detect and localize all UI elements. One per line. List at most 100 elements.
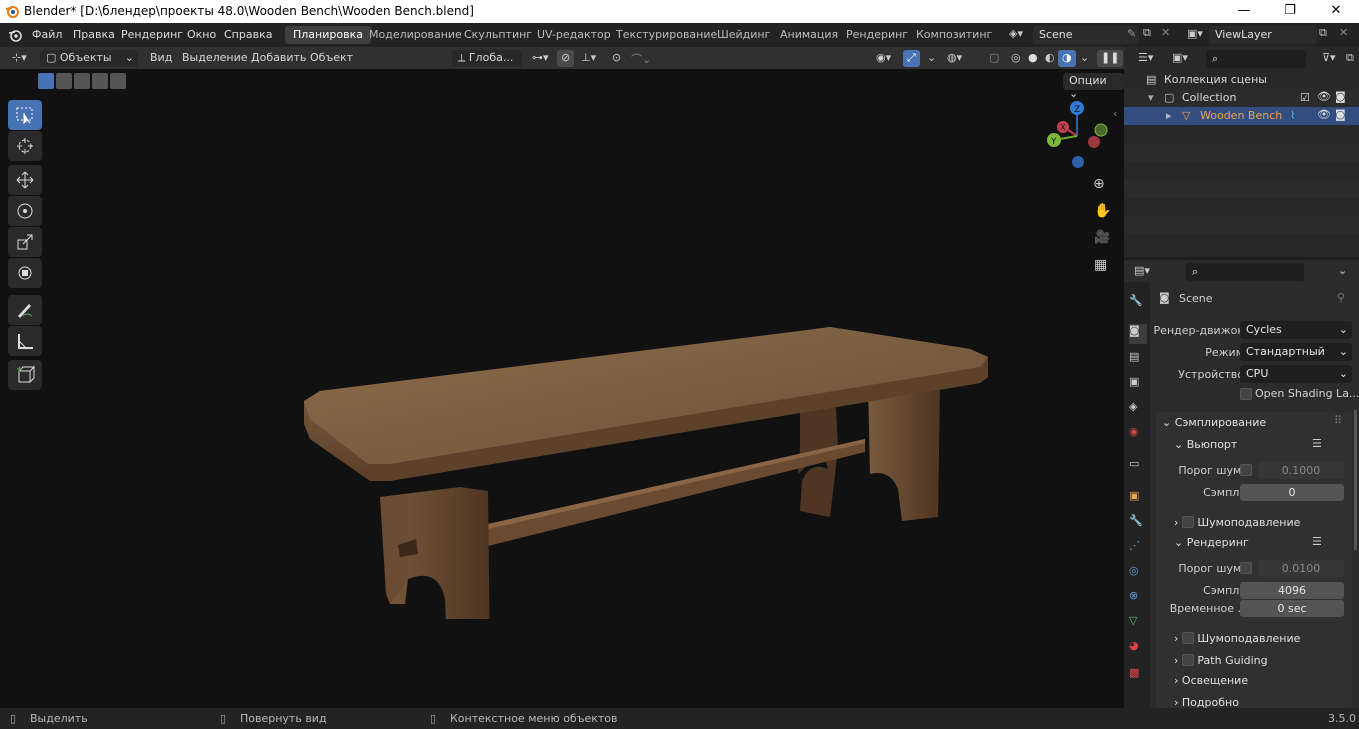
render-noise-checkbox[interactable]	[1240, 562, 1252, 574]
exclude-checkbox-icon[interactable]: ☑	[1300, 91, 1310, 104]
modifier-tab-icon[interactable]: 🔧	[1129, 514, 1147, 534]
filter-icon[interactable]: ⊽▾	[1322, 51, 1336, 64]
viewport-noise-field[interactable]: 0.1000	[1258, 462, 1344, 479]
menu-edit[interactable]: Правка	[73, 28, 115, 41]
particles-tab-icon[interactable]: ⋰	[1129, 539, 1147, 559]
osl-checkbox[interactable]	[1240, 388, 1252, 400]
panel-options-icon[interactable]: ⌄	[1338, 264, 1347, 277]
device-dropdown[interactable]: CPU ⌄	[1240, 365, 1352, 383]
outliner-row-collection[interactable]: ▾ ▢ Collection ☑ 👁 ◙	[1124, 89, 1359, 107]
new-scene-icon[interactable]: ⧉	[1143, 26, 1151, 40]
menu-add[interactable]: Добавить	[247, 50, 310, 67]
annotate-tool[interactable]	[8, 295, 42, 325]
new-viewlayer-icon[interactable]: ⧉	[1319, 26, 1327, 40]
orientation-dropdown[interactable]: ⟂ Глоба...	[452, 50, 522, 67]
time-limit-field[interactable]: 0 sec	[1240, 600, 1344, 617]
visibility-eye-icon[interactable]: 👁	[1317, 108, 1331, 121]
workspace-tab-modeling[interactable]: Моделирование	[361, 26, 470, 44]
workspace-tab-sculpting[interactable]: Скульптинг	[456, 26, 540, 44]
solid-shading-icon[interactable]: ●	[1024, 50, 1042, 67]
render-noise-field[interactable]: 0.0100	[1258, 560, 1344, 577]
mode-dropdown[interactable]: Стандартный ⌄	[1240, 343, 1352, 361]
move-tool[interactable]	[8, 165, 42, 195]
data-tab-icon[interactable]: ▽	[1129, 614, 1147, 634]
pin-icon[interactable]: ✎	[1127, 27, 1136, 40]
visibility-icon[interactable]: ◉▾	[872, 50, 895, 67]
pivot-icon[interactable]: ⊶▾	[528, 50, 553, 67]
material-shading-icon[interactable]: ◐	[1041, 50, 1059, 67]
expand-arrow-icon[interactable]: ▾	[1148, 91, 1154, 104]
preset-list-icon[interactable]: ☰	[1312, 437, 1322, 450]
3d-viewport[interactable]: Опции ⌄ ‹ Z X Y ⊕ ✋ 🎥 ▦	[0, 69, 1124, 708]
preset-list-icon[interactable]: ☰	[1312, 535, 1322, 548]
pause-render-icon[interactable]: ❚❚	[1097, 50, 1124, 67]
perspective-grid-icon[interactable]: ▦	[1094, 257, 1107, 273]
workspace-tab-compositing[interactable]: Композитинг	[908, 26, 1000, 44]
new-collection-icon[interactable]: ⧉	[1346, 51, 1354, 65]
viewport-samples-field[interactable]: 0	[1240, 484, 1344, 501]
workspace-tab-shading[interactable]: Шейдинг	[709, 26, 778, 44]
menu-file[interactable]: Файл	[32, 28, 62, 41]
viewport-subheader[interactable]: ⌄ Вьюпорт	[1174, 438, 1237, 451]
world-tab-icon[interactable]: ◉	[1129, 425, 1147, 445]
blender-menu-icon[interactable]	[8, 28, 22, 42]
overlay-icon[interactable]: ◍▾	[943, 50, 966, 67]
properties-search-input[interactable]: ⌕	[1186, 263, 1304, 281]
lighting-row[interactable]: › Освещение	[1174, 674, 1248, 687]
zoom-icon[interactable]: ⊕	[1093, 176, 1105, 192]
viewport-denoise-row[interactable]: › Шумоподавление	[1174, 514, 1300, 529]
menu-render[interactable]: Рендеринг	[121, 28, 183, 41]
path-guiding-row[interactable]: › Path Guiding	[1174, 652, 1268, 667]
workspace-tab-rendering[interactable]: Рендеринг	[838, 26, 916, 44]
physics-tab-icon[interactable]: ◎	[1129, 564, 1147, 584]
shading-options-icon[interactable]: ⌄	[1076, 50, 1093, 67]
proportional-edit-icon[interactable]: ⊙	[608, 50, 625, 67]
select-intersect-icon[interactable]	[110, 73, 126, 89]
workspace-tab-animation[interactable]: Анимация	[772, 26, 846, 44]
xray-icon[interactable]: ▢	[985, 50, 1003, 67]
workspace-tab-texture[interactable]: Текстурирование	[608, 26, 725, 44]
path-guiding-checkbox[interactable]	[1181, 654, 1194, 666]
menu-select[interactable]: Выделение	[178, 50, 252, 67]
scale-tool[interactable]	[8, 227, 42, 257]
outliner-editor-icon[interactable]: ☰▾	[1138, 51, 1153, 64]
render-subheader[interactable]: ⌄ Рендеринг	[1174, 536, 1249, 549]
properties-editor-icon[interactable]: ▤▾	[1134, 264, 1150, 277]
transform-tool[interactable]	[8, 258, 42, 288]
outliner-row-scene-collection[interactable]: ▤ Коллекция сцены	[1124, 71, 1359, 89]
options-dropdown[interactable]: Опции ⌄	[1063, 73, 1124, 100]
cursor-tool[interactable]	[8, 131, 42, 161]
select-new-icon[interactable]	[38, 73, 54, 89]
material-tab-icon[interactable]: ◕	[1129, 639, 1147, 659]
scene-name-field[interactable]: Scene	[1033, 26, 1139, 44]
rendered-shading-icon[interactable]: ◑	[1058, 50, 1076, 67]
render-denoise-row[interactable]: › Шумоподавление	[1174, 630, 1300, 645]
outliner-row-wooden-bench[interactable]: ▸ ▽ Wooden Bench ⌇ 👁 ◙	[1124, 107, 1359, 125]
render-denoise-checkbox[interactable]	[1181, 632, 1194, 644]
viewlayer-icon[interactable]: ▣▾	[1187, 27, 1203, 40]
sampling-header[interactable]: ⌄ Сэмплирование	[1162, 416, 1266, 429]
snap-icon[interactable]: ⊘	[557, 50, 575, 67]
viewlayer-name-field[interactable]: ViewLayer	[1209, 26, 1317, 44]
object-tab-icon[interactable]: ▣	[1129, 489, 1147, 509]
select-invert-icon[interactable]	[92, 73, 108, 89]
scene-tab-icon[interactable]: ◈	[1129, 400, 1147, 420]
measure-tool[interactable]	[8, 326, 42, 356]
maximize-button[interactable]: ❐	[1267, 0, 1313, 23]
pan-hand-icon[interactable]: ✋	[1094, 203, 1111, 219]
editor-type-icon[interactable]: ⊹▾	[8, 50, 31, 67]
menu-object[interactable]: Объект	[306, 50, 357, 67]
menu-window[interactable]: Окно	[187, 28, 216, 41]
menu-view[interactable]: Вид	[146, 50, 176, 67]
navigation-gizmo[interactable]: Z X Y	[1040, 99, 1116, 173]
gizmo-toggle-icon[interactable]: ⤢	[903, 50, 920, 67]
render-tab-icon[interactable]: ◙	[1129, 324, 1147, 344]
output-tab-icon[interactable]: ▤	[1129, 350, 1147, 370]
collection-tab-icon[interactable]: ▭	[1129, 457, 1147, 477]
drag-handle-icon[interactable]: ⠿	[1334, 414, 1342, 427]
properties-scrollbar[interactable]	[1354, 410, 1357, 550]
display-mode-icon[interactable]: ▣▾	[1172, 51, 1188, 64]
render-camera-icon[interactable]: ◙	[1335, 90, 1346, 103]
outliner-search-input[interactable]: ⌕	[1206, 50, 1306, 68]
render-engine-dropdown[interactable]: Cycles ⌄	[1240, 321, 1352, 339]
